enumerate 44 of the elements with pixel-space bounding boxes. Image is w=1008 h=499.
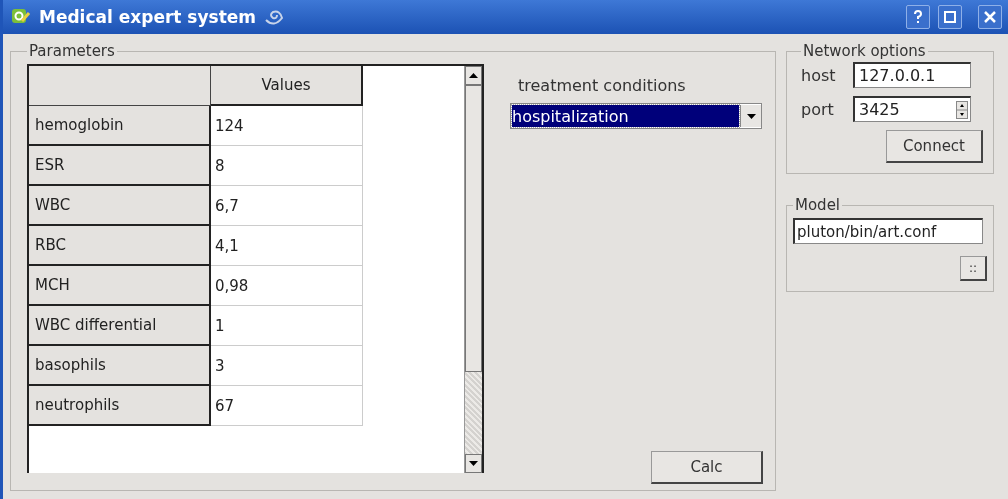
group-title: Model — [794, 196, 842, 214]
help-icon — [912, 10, 924, 24]
close-button[interactable] — [978, 5, 1002, 29]
close-icon — [984, 11, 996, 23]
row-header: WBC differential — [29, 306, 211, 346]
group-title: Parameters — [28, 42, 116, 60]
row-header: basophils — [29, 346, 211, 386]
row-header: MCH — [29, 266, 211, 306]
treatment-label: treatment conditions — [518, 76, 686, 95]
port-spinbox[interactable]: 3425 — [853, 96, 971, 122]
table-cell[interactable]: 6,7 — [211, 186, 363, 226]
connect-button[interactable]: Connect — [885, 130, 983, 163]
window-title: Medical expert system — [39, 7, 257, 27]
calc-button[interactable]: Calc — [651, 451, 763, 484]
row-header: RBC — [29, 226, 211, 266]
port-label: port — [801, 99, 835, 119]
group-title: Network options — [802, 42, 927, 60]
row-header: neutrophils — [29, 386, 211, 426]
table-cell[interactable]: 3 — [211, 346, 363, 386]
row-header: WBC — [29, 186, 211, 226]
host-label: host — [801, 65, 837, 85]
table-cell[interactable]: 124 — [211, 106, 363, 146]
dropdown-arrow-icon — [746, 113, 756, 119]
treatment-dropdown[interactable]: hospitalization — [510, 103, 762, 129]
table-cell[interactable]: 1 — [211, 306, 363, 346]
browse-button[interactable]: :: — [959, 256, 987, 281]
host-field[interactable]: 127.0.0.1 — [853, 62, 971, 88]
spin-arrows-icon[interactable] — [956, 100, 968, 119]
scrollbar[interactable] — [464, 66, 482, 473]
scroll-up-icon — [469, 73, 478, 78]
help-button[interactable] — [906, 5, 930, 29]
maximize-button[interactable] — [938, 5, 962, 29]
swirl-icon — [264, 8, 285, 26]
column-header[interactable]: Values — [211, 66, 363, 106]
maximize-icon — [944, 11, 956, 23]
table-cell[interactable]: 0,98 — [211, 266, 363, 306]
model-path-field[interactable]: pluton/bin/art.conf — [793, 218, 983, 244]
row-header: hemoglobin — [29, 106, 211, 146]
table-cell[interactable]: 67 — [211, 386, 363, 426]
row-header: ESR — [29, 146, 211, 186]
table-cell[interactable]: 8 — [211, 146, 363, 186]
scroll-down-icon — [469, 461, 478, 466]
table-cell[interactable]: 4,1 — [211, 226, 363, 266]
scrollbar-thumb[interactable] — [465, 85, 482, 372]
